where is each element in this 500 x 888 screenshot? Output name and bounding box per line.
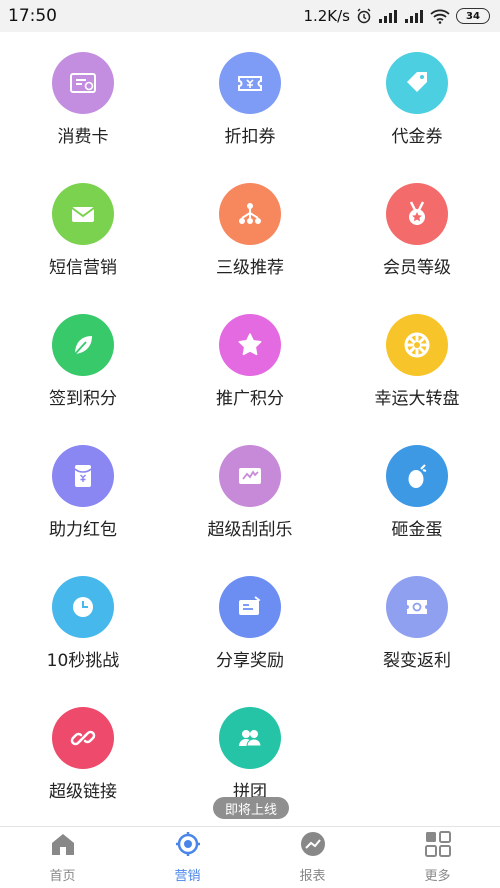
tile-label: 折扣券: [224, 127, 276, 147]
tile-promotion-points[interactable]: 推广积分: [167, 294, 333, 424]
tile-label: 三级推荐: [216, 258, 284, 278]
leaf-icon: [52, 314, 114, 376]
nav-marketing[interactable]: 营销: [125, 827, 250, 888]
nav-label: 报表: [299, 869, 326, 884]
scratch-card-icon: [219, 445, 281, 507]
group-icon: [219, 707, 281, 769]
card-icon: [52, 52, 114, 114]
tile-label: 推广积分: [216, 389, 284, 409]
ticket-icon: [219, 52, 281, 114]
nav-label: 首页: [49, 869, 76, 884]
tile-label: 消费卡: [57, 127, 109, 147]
tile-10-second-challenge[interactable]: 10秒挑战: [0, 556, 166, 686]
tile-label: 裂变返利: [383, 651, 451, 671]
wheel-icon: [386, 314, 448, 376]
tile-three-level-referral[interactable]: 三级推荐: [167, 163, 333, 293]
tile-label: 超级刮刮乐: [207, 520, 293, 540]
status-right: 1.2K/s 34: [303, 7, 490, 25]
nav-label: 更多: [424, 869, 451, 884]
tile-label: 10秒挑战: [46, 651, 120, 671]
tile-label: 砸金蛋: [391, 520, 443, 540]
tile-member-level[interactable]: 会员等级: [334, 163, 500, 293]
tile-label: 超级链接: [49, 782, 117, 802]
tile-label: 助力红包: [49, 520, 117, 540]
link-icon: [52, 707, 114, 769]
tag-icon: [386, 52, 448, 114]
tile-checkin-points[interactable]: 签到积分: [0, 294, 166, 424]
alarm-icon: [356, 8, 372, 24]
nav-more[interactable]: 更多: [375, 827, 500, 888]
tile-sms-marketing[interactable]: 短信营销: [0, 163, 166, 293]
target-icon: [174, 831, 202, 861]
nav-home[interactable]: 首页: [0, 827, 125, 888]
status-time: 17:50: [8, 6, 57, 26]
grid-icon: [424, 831, 452, 861]
tile-fission-rebate[interactable]: 裂变返利: [334, 556, 500, 686]
tile-label: 短信营销: [49, 258, 117, 278]
nav-reports[interactable]: 报表: [250, 827, 375, 888]
share-card-icon: [219, 576, 281, 638]
tile-label: 分享奖励: [216, 651, 284, 671]
star-icon: [219, 314, 281, 376]
battery-indicator: 34: [456, 8, 490, 24]
tile-super-scratch[interactable]: 超级刮刮乐: [167, 425, 333, 555]
signal-hd-icon: [378, 8, 398, 24]
tile-cash-coupon[interactable]: 代金券: [334, 32, 500, 162]
status-bar: 17:50 1.2K/s 34: [0, 0, 500, 32]
chart-icon: [299, 831, 327, 861]
tile-super-link[interactable]: 超级链接: [0, 687, 166, 817]
egg-icon: [386, 445, 448, 507]
tile-label: 会员等级: [383, 258, 451, 278]
tile-discount-coupon[interactable]: 折扣券: [167, 32, 333, 162]
coupon-icon: [386, 576, 448, 638]
red-envelope-icon: [52, 445, 114, 507]
signal-icon: [404, 8, 424, 24]
tile-lucky-wheel[interactable]: 幸运大转盘: [334, 294, 500, 424]
clock-icon: [52, 576, 114, 638]
medal-icon: [386, 183, 448, 245]
tile-share-reward[interactable]: 分享奖励: [167, 556, 333, 686]
bottom-nav: 首页 营销 报表 更多: [0, 826, 500, 888]
home-icon: [49, 831, 77, 861]
nav-label: 营销: [174, 869, 201, 884]
wifi-icon: [430, 8, 450, 24]
tile-label: 代金券: [391, 127, 443, 147]
tile-label: 幸运大转盘: [374, 389, 460, 409]
tile-consume-card[interactable]: 消费卡: [0, 32, 166, 162]
hierarchy-icon: [219, 183, 281, 245]
network-speed: 1.2K/s: [303, 7, 350, 25]
tile-label: 签到积分: [49, 389, 117, 409]
tile-smash-golden-egg[interactable]: 砸金蛋: [334, 425, 500, 555]
mail-icon: [52, 183, 114, 245]
tile-assist-red-envelope[interactable]: 助力红包: [0, 425, 166, 555]
coming-soon-badge: 即将上线: [213, 797, 289, 819]
